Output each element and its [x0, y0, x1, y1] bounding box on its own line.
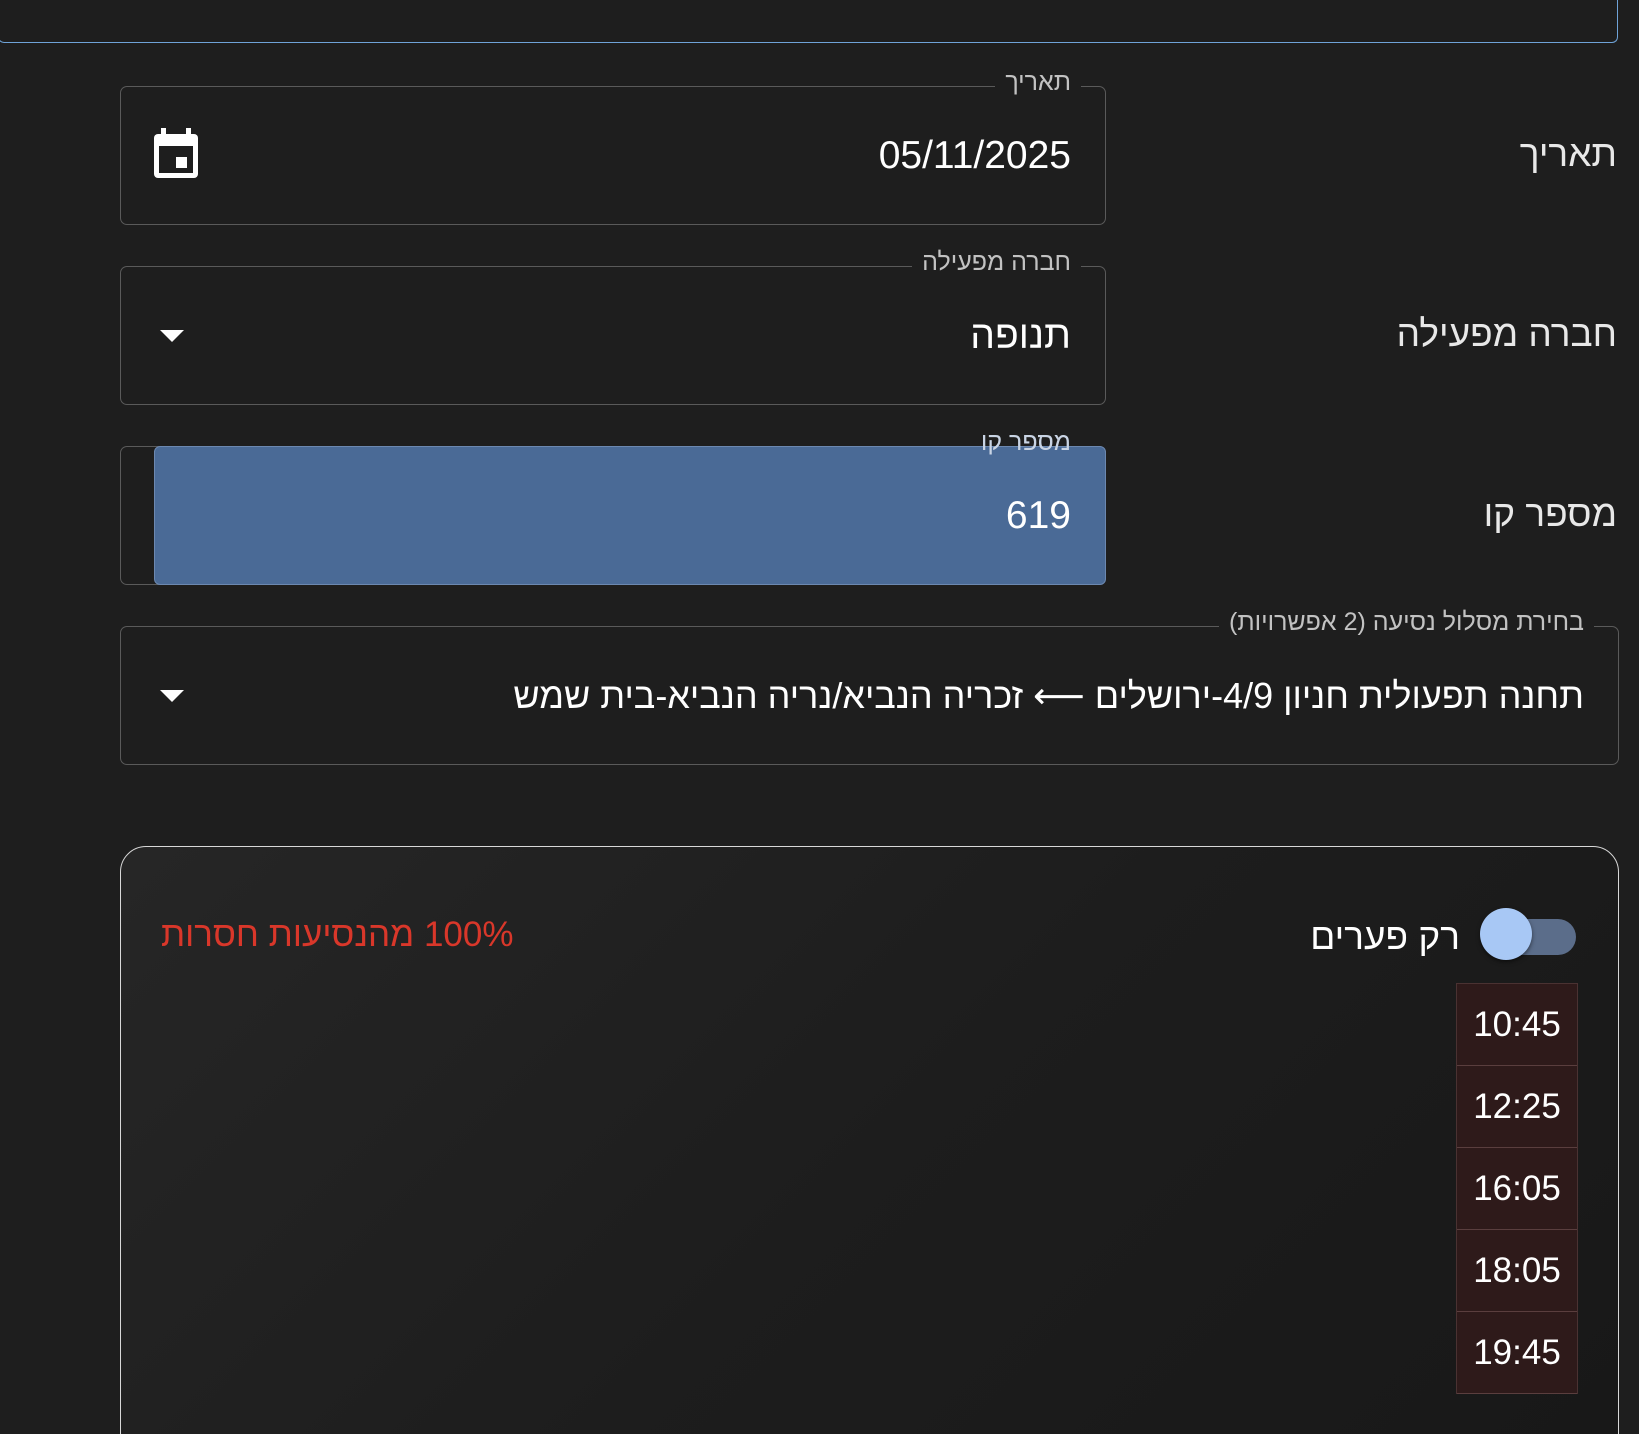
company-select[interactable]: חברה מפעילה תנופה [120, 248, 1106, 405]
date-row-label: תאריך [1519, 133, 1617, 174]
trip-times-list: 10:45 12:25 16:05 18:05 19:45 [1456, 983, 1578, 1394]
line-number-legend: מספר קו [980, 428, 1071, 456]
trip-time-cell: 18:05 [1457, 1230, 1577, 1312]
calendar-icon[interactable] [152, 128, 200, 180]
dropdown-arrow-icon[interactable] [160, 329, 184, 342]
date-value[interactable]: 05/11/2025 [879, 134, 1071, 178]
toggle-switch[interactable] [1480, 908, 1576, 960]
trip-time-cell: 19:45 [1457, 1312, 1577, 1394]
trip-time-cell: 10:45 [1457, 984, 1577, 1066]
date-field[interactable]: תאריך 05/11/2025 [120, 68, 1106, 225]
company-row-label: חברה מפעילה [1396, 313, 1617, 354]
results-panel: 100% מהנסיעות חסרות רק פערים 10:45 12:25… [120, 846, 1619, 1434]
route-select[interactable]: בחירת מסלול נסיעה (2 אפשרויות) תחנה תפעו… [120, 608, 1619, 765]
dropdown-arrow-icon[interactable] [160, 689, 184, 702]
gaps-only-label: רק פערים [1310, 916, 1460, 957]
route-value: תחנה תפעולית חניון 4/9-ירושלים ⟵ זכריה ה… [513, 674, 1584, 716]
page: תאריך תאריך 05/11/2025 חברה מפעילה חברה … [0, 0, 1639, 1434]
toggle-thumb[interactable] [1480, 908, 1532, 960]
company-select-legend: חברה מפעילה [912, 248, 1081, 277]
line-number-autofill-highlight [154, 446, 1106, 585]
line-number-value[interactable]: 619 [1006, 494, 1071, 538]
trip-time-cell: 16:05 [1457, 1148, 1577, 1230]
route-select-legend: בחירת מסלול נסיעה (2 אפשרויות) [1219, 608, 1594, 637]
date-field-legend: תאריך [995, 68, 1081, 97]
gaps-only-toggle[interactable]: רק פערים [1310, 908, 1576, 965]
line-row-label: מספר קו [1483, 493, 1617, 534]
missing-trips-summary: 100% מהנסיעות חסרות [161, 915, 514, 954]
company-value: תנופה [970, 313, 1071, 357]
top-panel-edge [0, 0, 1618, 43]
trip-time-cell: 12:25 [1457, 1066, 1577, 1148]
line-number-field[interactable]: מספר קו 619 [120, 428, 1106, 585]
